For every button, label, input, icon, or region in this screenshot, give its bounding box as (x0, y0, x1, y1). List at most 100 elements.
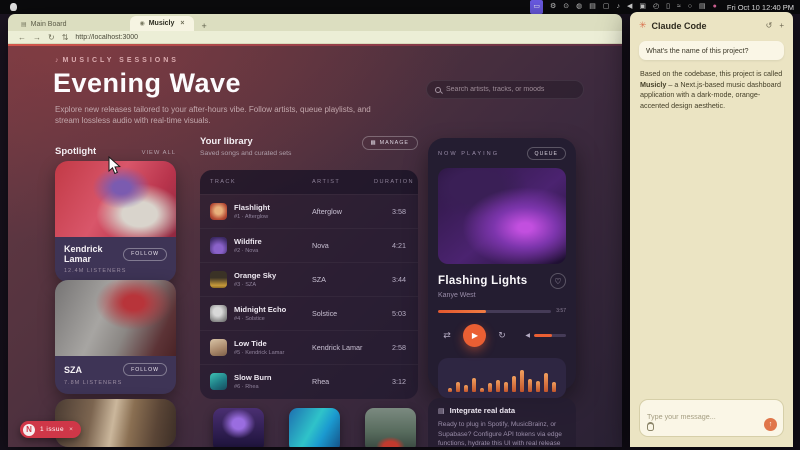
display-icon[interactable]: ▢ (603, 0, 610, 14)
track-title: Low Tide (234, 339, 284, 348)
queue-button[interactable]: QUEUE (527, 147, 566, 160)
track-title: Midnight Echo (234, 305, 286, 314)
track-duration: 5:03 (374, 309, 418, 318)
track-sub: #4 · Solstice (234, 316, 286, 322)
eq-bar (480, 388, 485, 392)
artist-name: Kendrick Lamar (64, 244, 123, 264)
back-icon[interactable]: ← (18, 31, 26, 44)
eq-bar (464, 385, 469, 392)
now-playing-track: Flashing Lights (438, 275, 527, 287)
reload-icon[interactable]: ↻ (48, 31, 55, 44)
track-title: Slow Burn (234, 373, 272, 382)
stats-icon[interactable]: ▤ (589, 0, 596, 14)
spotlight-card-sza[interactable]: SZA FOLLOW 7.8M LISTENERS (55, 280, 176, 394)
track-artist: Kendrick Lamar (312, 343, 374, 352)
shuffle-icon[interactable]: ⇄ (438, 330, 456, 341)
tab-label: Musicly (149, 20, 175, 27)
track-artist: SZA (312, 275, 374, 284)
artist-photo (55, 280, 176, 356)
forward-icon[interactable]: → (33, 31, 41, 44)
eq-bar (512, 376, 517, 392)
app-eyebrow: ♪MUSICLY SESSIONS (55, 57, 179, 64)
now-playing-label: NOW PLAYING (438, 151, 499, 157)
eq-bar (472, 378, 477, 392)
manage-button[interactable]: ▦ MANAGE (362, 136, 418, 150)
tool-icon[interactable]: ⚙ (550, 0, 556, 14)
track-artist: Nova (312, 241, 374, 250)
tab-main-board[interactable]: ▤ Main Board (12, 17, 75, 31)
site-settings-icon[interactable]: ⇅ (62, 31, 69, 44)
col-duration: DURATION (374, 179, 418, 185)
follow-button[interactable]: FOLLOW (123, 248, 167, 261)
database-icon: ▤ (438, 407, 445, 415)
site-favicon-icon: ◉ (139, 20, 144, 27)
message-input-box[interactable]: ↑ (639, 399, 784, 437)
table-row[interactable]: Orange Sky #3 · SZA SZA 3:44 (200, 262, 418, 296)
play-button[interactable]: ▶ (463, 324, 486, 347)
claude-header: ✳ Claude Code ↺ + (630, 12, 793, 37)
table-row[interactable]: Wildfire #2 · Nova Nova 4:21 (200, 228, 418, 262)
globe-icon[interactable]: ◍ (576, 0, 582, 14)
track-duration: 3:58 (374, 207, 418, 216)
close-icon[interactable]: × (69, 426, 73, 433)
now-playing-card: NOW PLAYING QUEUE Flashing Lights ♡ Kany… (428, 138, 576, 390)
tab-musicly[interactable]: ◉ Musicly × (130, 16, 193, 31)
playlist-thumb[interactable] (365, 408, 416, 447)
eq-bar (528, 379, 533, 392)
follow-button[interactable]: FOLLOW (123, 363, 167, 376)
track-time: 3:57 (556, 308, 566, 314)
spotlight-card-kendrick[interactable]: Kendrick Lamar FOLLOW 12.4M LISTENERS (55, 161, 176, 282)
progress-fill (438, 310, 486, 313)
music-note-icon: ♪ (55, 57, 59, 64)
eq-bar (456, 382, 461, 392)
message-input[interactable] (647, 412, 776, 421)
equalizer (438, 358, 566, 398)
table-row[interactable]: Flashlight #1 · Afterglow Afterglow 3:58 (200, 194, 418, 228)
progress-bar[interactable] (438, 310, 551, 313)
menubar-clock[interactable]: Fri Oct 10 12:40 PM (727, 3, 794, 12)
volume-icon[interactable]: ◀ (525, 332, 530, 339)
send-button[interactable]: ↑ (764, 418, 777, 431)
artist-listeners: 7.8M LISTENERS (64, 380, 167, 386)
apple-menu-icon[interactable] (10, 3, 17, 11)
heart-icon[interactable]: ♡ (550, 273, 566, 289)
album-art (210, 237, 227, 254)
mouse-cursor (108, 156, 121, 175)
search-bar[interactable] (426, 80, 584, 99)
new-chat-icon[interactable]: + (779, 21, 784, 30)
browser-urlbar: ← → ↻ ⇅ (8, 31, 622, 44)
playlist-thumb[interactable] (289, 408, 340, 447)
track-sub: #2 · Nova (234, 248, 262, 254)
track-artist: Solstice (312, 309, 374, 318)
nextjs-logo-icon: N (23, 424, 35, 436)
history-icon[interactable]: ↺ (766, 21, 773, 30)
attachment-icon[interactable] (647, 422, 654, 431)
table-row[interactable]: Midnight Echo #4 · Solstice Solstice 5:0… (200, 296, 418, 330)
table-row[interactable]: Low Tide #5 · Kendrick Lamar Kendrick La… (200, 330, 418, 364)
tab-close-icon[interactable]: × (180, 20, 184, 27)
music-icon[interactable]: ♪ (616, 0, 620, 14)
record-icon[interactable]: ⊙ (563, 0, 569, 14)
album-art (210, 203, 227, 220)
eq-bar (504, 382, 509, 392)
page-subtitle: Explore new releases tailored to your af… (55, 104, 375, 126)
artist-name: SZA (64, 365, 82, 375)
repeat-icon[interactable]: ↻ (493, 330, 511, 341)
search-input[interactable] (446, 86, 575, 93)
volume-icon[interactable]: ◀ (627, 0, 632, 14)
track-artist: Rhea (312, 377, 374, 386)
now-playing-artist: Kanye West (438, 292, 566, 299)
volume-slider[interactable] (534, 334, 566, 337)
eq-bar (544, 373, 549, 392)
new-tab-button[interactable]: + (202, 21, 207, 31)
album-art (210, 271, 227, 288)
url-input[interactable] (75, 34, 275, 41)
nextjs-issue-badge[interactable]: N 1 issue × (20, 421, 81, 438)
view-all-link[interactable]: VIEW ALL (142, 150, 176, 156)
desktop: ▭ ⚙ ⊙ ◍ ▤ ▢ ♪ ◀ ▣ ◴ ▯ ≈ ○ ▤ ● Fri Oct 10… (0, 0, 800, 450)
screen-share-icon[interactable]: ▭ (530, 0, 543, 14)
playlist-thumb[interactable] (213, 408, 264, 447)
assistant-response: Based on the codebase, this project is c… (640, 69, 783, 111)
claude-title: Claude Code (652, 21, 707, 31)
table-row[interactable]: Slow Burn #6 · Rhea Rhea 3:12 (200, 364, 418, 398)
